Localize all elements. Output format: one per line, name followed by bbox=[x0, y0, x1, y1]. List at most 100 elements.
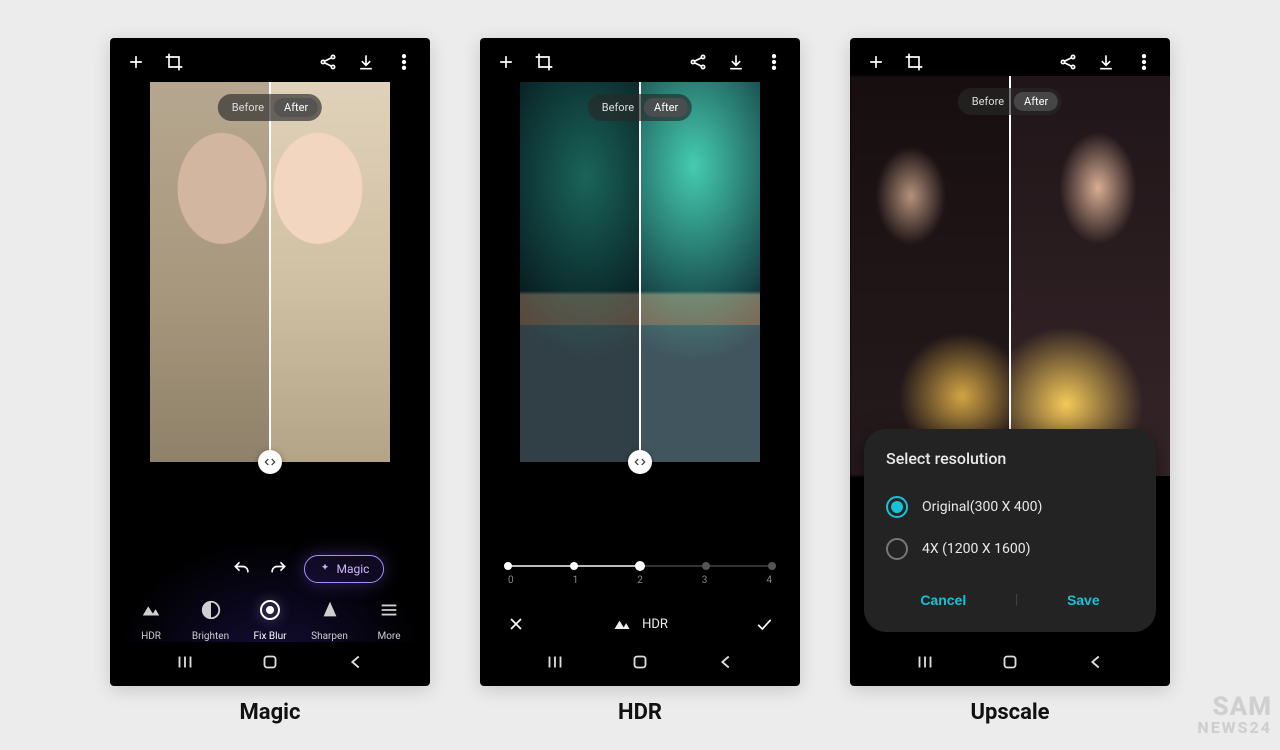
compare-viewport[interactable]: Before After bbox=[850, 76, 1170, 476]
slider-label-1: 1 bbox=[573, 575, 579, 586]
redo-icon[interactable] bbox=[268, 559, 288, 579]
more-menu-icon bbox=[376, 597, 402, 623]
compare-divider[interactable] bbox=[269, 82, 271, 462]
before-label[interactable]: Before bbox=[962, 92, 1014, 111]
more-vert-icon[interactable] bbox=[1134, 52, 1154, 72]
phone-magic: Before After Magic HDR bbox=[110, 38, 430, 686]
confirm-icon[interactable] bbox=[754, 614, 774, 634]
system-nav-bar bbox=[850, 646, 1170, 678]
crop-icon[interactable] bbox=[164, 52, 184, 72]
slider-label-2: 2 bbox=[637, 575, 643, 586]
nav-recents-icon[interactable] bbox=[174, 651, 196, 673]
photo-before bbox=[520, 82, 640, 462]
phone-upscale: Before After Select resolution Original(… bbox=[850, 38, 1170, 686]
nav-back-icon[interactable] bbox=[345, 651, 367, 673]
before-label[interactable]: Before bbox=[592, 98, 644, 117]
top-action-bar bbox=[480, 38, 800, 82]
crop-icon[interactable] bbox=[904, 52, 924, 72]
after-label[interactable]: After bbox=[1014, 92, 1058, 111]
option-original-label: Original(300 X 400) bbox=[922, 499, 1042, 515]
nav-home-icon[interactable] bbox=[629, 651, 651, 673]
tool-sharpen-label: Sharpen bbox=[311, 631, 348, 642]
tool-brighten-label: Brighten bbox=[192, 631, 229, 642]
intensity-slider[interactable]: 0 1 2 3 4 bbox=[480, 565, 800, 586]
nav-home-icon[interactable] bbox=[999, 651, 1021, 673]
resolution-dialog: Select resolution Original(300 X 400) 4X… bbox=[864, 429, 1156, 632]
before-after-toggle[interactable]: Before After bbox=[958, 88, 1062, 115]
more-vert-icon[interactable] bbox=[394, 52, 414, 72]
slider-labels: 0 1 2 3 4 bbox=[508, 575, 772, 586]
radio-checked-icon[interactable] bbox=[886, 496, 908, 518]
share-icon[interactable] bbox=[1058, 52, 1078, 72]
cancel-icon[interactable] bbox=[506, 614, 526, 634]
after-label[interactable]: After bbox=[644, 98, 688, 117]
tools-panel: Magic HDR Brighten Fix Blur Sh bbox=[110, 527, 430, 642]
nav-back-icon[interactable] bbox=[1085, 651, 1107, 673]
before-after-toggle[interactable]: Before After bbox=[218, 94, 322, 121]
tool-hdr[interactable]: HDR bbox=[124, 597, 178, 642]
brighten-icon bbox=[198, 597, 224, 623]
watermark-line1: SAM bbox=[1197, 694, 1272, 720]
magic-button[interactable]: Magic bbox=[304, 555, 385, 583]
caption-upscale: Upscale bbox=[850, 700, 1170, 725]
magic-button-label: Magic bbox=[337, 562, 370, 576]
fix-blur-icon bbox=[257, 597, 283, 623]
hdr-chip-label: HDR bbox=[642, 617, 668, 632]
system-nav-bar bbox=[480, 646, 800, 678]
compare-viewport[interactable]: Before After bbox=[150, 82, 390, 462]
more-vert-icon[interactable] bbox=[764, 52, 784, 72]
radio-unchecked-icon[interactable] bbox=[886, 538, 908, 560]
compare-divider[interactable] bbox=[639, 82, 641, 462]
photo-after bbox=[1010, 76, 1170, 476]
before-after-toggle[interactable]: Before After bbox=[588, 94, 692, 121]
slider-track[interactable] bbox=[508, 565, 772, 567]
add-icon[interactable] bbox=[126, 52, 146, 72]
option-original[interactable]: Original(300 X 400) bbox=[886, 486, 1134, 528]
tool-brighten[interactable]: Brighten bbox=[184, 597, 238, 642]
confirm-row: HDR bbox=[480, 614, 800, 634]
hdr-chip: HDR bbox=[612, 614, 668, 634]
sharpen-icon bbox=[317, 597, 343, 623]
before-label[interactable]: Before bbox=[222, 98, 274, 117]
dialog-title: Select resolution bbox=[886, 449, 1134, 468]
download-icon[interactable] bbox=[1096, 52, 1116, 72]
slider-label-4: 4 bbox=[766, 575, 772, 586]
add-icon[interactable] bbox=[866, 52, 886, 72]
tool-fix-blur[interactable]: Fix Blur bbox=[243, 597, 297, 642]
compare-handle-icon[interactable] bbox=[628, 450, 652, 474]
photo-before bbox=[850, 76, 1010, 476]
share-icon[interactable] bbox=[318, 52, 338, 72]
add-icon[interactable] bbox=[496, 52, 516, 72]
after-label[interactable]: After bbox=[274, 98, 318, 117]
top-action-bar bbox=[110, 38, 430, 82]
slider-label-0: 0 bbox=[508, 575, 514, 586]
system-nav-bar bbox=[110, 646, 430, 678]
crop-icon[interactable] bbox=[534, 52, 554, 72]
share-icon[interactable] bbox=[688, 52, 708, 72]
undo-icon[interactable] bbox=[232, 559, 252, 579]
photo-after bbox=[640, 82, 760, 462]
nav-back-icon[interactable] bbox=[715, 651, 737, 673]
compare-handle-icon[interactable] bbox=[258, 450, 282, 474]
option-4x[interactable]: 4X (1200 X 1600) bbox=[886, 528, 1134, 570]
watermark-line2: NEWS24 bbox=[1197, 720, 1272, 736]
tool-row: HDR Brighten Fix Blur Sharpen More bbox=[124, 597, 416, 642]
tool-hdr-label: HDR bbox=[141, 631, 161, 642]
tool-fix-blur-label: Fix Blur bbox=[254, 631, 287, 642]
tool-sharpen[interactable]: Sharpen bbox=[303, 597, 357, 642]
compare-divider[interactable] bbox=[1009, 76, 1011, 476]
photo-before bbox=[150, 82, 270, 462]
nav-recents-icon[interactable] bbox=[544, 651, 566, 673]
save-button[interactable]: Save bbox=[1047, 584, 1120, 616]
nav-home-icon[interactable] bbox=[259, 651, 281, 673]
option-4x-label: 4X (1200 X 1600) bbox=[922, 541, 1030, 557]
tool-more[interactable]: More bbox=[362, 597, 416, 642]
caption-magic: Magic bbox=[110, 700, 430, 725]
cancel-button[interactable]: Cancel bbox=[900, 584, 986, 616]
dialog-actions: Cancel | Save bbox=[886, 584, 1134, 616]
download-icon[interactable] bbox=[356, 52, 376, 72]
action-separator: | bbox=[1015, 592, 1018, 608]
nav-recents-icon[interactable] bbox=[914, 651, 936, 673]
download-icon[interactable] bbox=[726, 52, 746, 72]
compare-viewport[interactable]: Before After bbox=[520, 82, 760, 462]
